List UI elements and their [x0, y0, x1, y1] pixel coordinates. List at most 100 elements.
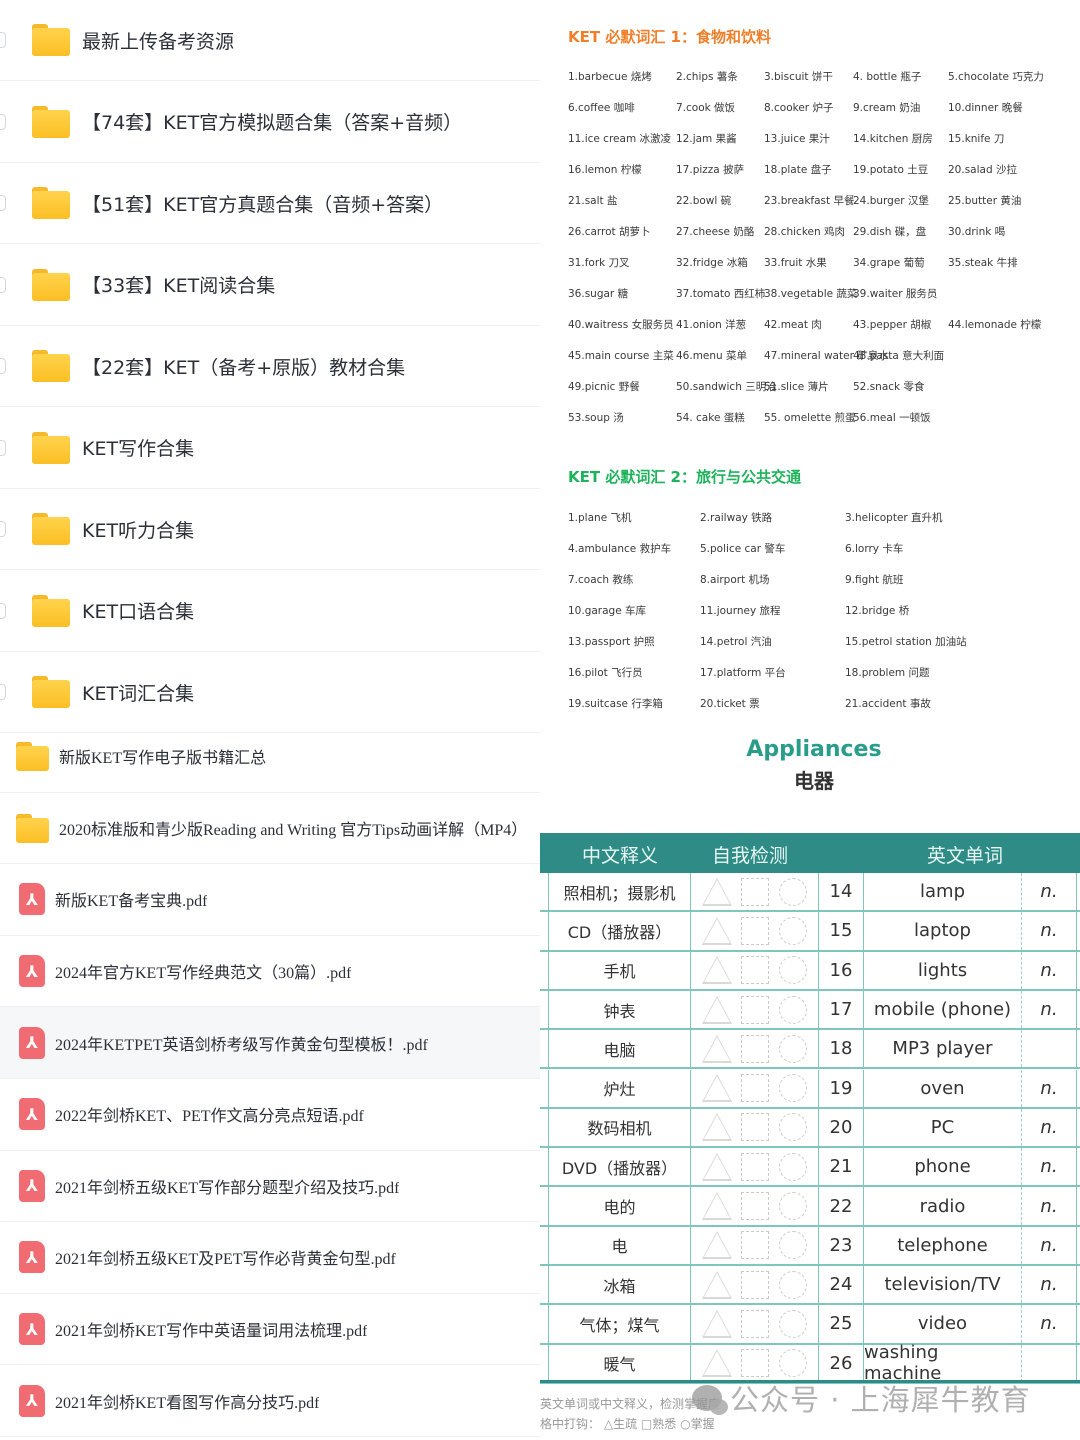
- file-row-pdf[interactable]: ⅄ 2021年剑桥五级KET及PET写作必背黄金句型.pdf: [0, 1222, 540, 1294]
- square-icon[interactable]: [741, 1309, 770, 1338]
- appliances-title: Appliances: [746, 737, 882, 762]
- legend-item: 掌握: [690, 1417, 715, 1431]
- triangle-icon[interactable]: [701, 1270, 732, 1299]
- row-checkbox[interactable]: [0, 602, 6, 619]
- cell-english: laptop: [863, 912, 1021, 950]
- row-checkbox[interactable]: [0, 113, 6, 130]
- triangle-icon[interactable]: [701, 877, 732, 906]
- triangle-icon[interactable]: [701, 1074, 732, 1103]
- row-checkbox[interactable]: [0, 684, 6, 700]
- row-checkbox[interactable]: [0, 32, 6, 48]
- file-row-pdf[interactable]: ⅄ 2021年剑桥KET看图写作高分技巧.pdf: [0, 1365, 540, 1437]
- triangle-icon[interactable]: [701, 916, 732, 945]
- file-name[interactable]: 新版KET写作电子版书籍汇总: [59, 744, 266, 768]
- vocab-item: 51.slice 薄片: [764, 381, 829, 393]
- file-name[interactable]: KET听力合集: [82, 516, 194, 543]
- triangle-icon[interactable]: [701, 1152, 732, 1181]
- file-row-folder[interactable]: 【22套】KET（备考+原版）教材合集: [0, 326, 540, 407]
- square-icon[interactable]: [741, 995, 770, 1024]
- file-row-folder[interactable]: 【51套】KET官方真题合集（音频+答案）: [0, 163, 540, 244]
- circle-icon[interactable]: [779, 1270, 808, 1299]
- file-name[interactable]: 新版KET备考宝典.pdf: [55, 887, 207, 911]
- file-name[interactable]: KET写作合集: [82, 434, 194, 461]
- circle-icon[interactable]: [779, 1152, 808, 1181]
- file-row-pdf[interactable]: ⅄ 2021年剑桥KET写作中英语量词用法梳理.pdf: [0, 1294, 540, 1366]
- circle-icon[interactable]: [779, 916, 808, 945]
- file-name[interactable]: KET词汇合集: [82, 679, 194, 706]
- vocab-item: 21.salt 盐: [568, 195, 618, 207]
- circle-icon[interactable]: [779, 1309, 808, 1338]
- circle-icon[interactable]: [779, 1113, 808, 1142]
- file-row-folder[interactable]: 【74套】KET官方模拟题合集（答案+音频）: [0, 82, 540, 163]
- row-checkbox[interactable]: [0, 439, 6, 456]
- square-icon[interactable]: [741, 1192, 770, 1221]
- triangle-icon[interactable]: [701, 1034, 732, 1063]
- file-name[interactable]: 【22套】KET（备考+原版）教材合集: [82, 353, 405, 380]
- file-row-folder[interactable]: 新版KET写作电子版书籍汇总: [0, 721, 540, 793]
- file-name[interactable]: 2024年KETPET英语剑桥考级写作黄金句型模板！.pdf: [55, 1031, 428, 1055]
- triangle-icon[interactable]: [701, 1192, 732, 1221]
- row-checkbox[interactable]: [0, 276, 6, 293]
- triangle-icon[interactable]: [701, 1231, 732, 1260]
- square-icon[interactable]: [741, 1349, 770, 1378]
- file-name[interactable]: 2020标准版和青少版Reading and Writing 官方Tips动画详…: [59, 816, 527, 840]
- file-row-pdf[interactable]: ⅄ 2021年剑桥五级KET写作部分题型介绍及技巧.pdf: [0, 1151, 540, 1223]
- file-name[interactable]: KET口语合集: [82, 597, 194, 624]
- circle-icon[interactable]: [779, 877, 808, 906]
- vocab-item: 41.onion 洋葱: [676, 319, 747, 331]
- file-name[interactable]: 2021年剑桥五级KET及PET写作必背黄金句型.pdf: [55, 1245, 396, 1269]
- circle-icon[interactable]: [779, 1074, 808, 1103]
- file-row-folder[interactable]: 【33套】KET阅读合集: [0, 245, 540, 326]
- square-icon[interactable]: [741, 956, 770, 985]
- square-icon[interactable]: [741, 1231, 770, 1260]
- vocab-item: 20.ticket 票: [700, 698, 760, 710]
- file-name[interactable]: 2021年剑桥KET写作中英语量词用法梳理.pdf: [55, 1317, 367, 1341]
- file-row-folder[interactable]: KET听力合集: [0, 489, 540, 570]
- circle-icon[interactable]: [779, 1034, 808, 1063]
- triangle-icon[interactable]: [701, 1349, 732, 1378]
- header-en: 英文单词: [927, 845, 1004, 867]
- file-name[interactable]: 【74套】KET官方模拟题合集（答案+音频）: [82, 108, 462, 135]
- square-icon[interactable]: [741, 916, 770, 945]
- file-row-folder[interactable]: KET写作合集: [0, 408, 540, 489]
- cell-part-of-speech: n.: [1021, 1266, 1076, 1304]
- row-checkbox[interactable]: [0, 195, 6, 211]
- file-row-pdf[interactable]: ⅄ 2024年KETPET英语剑桥考级写作黄金句型模板！.pdf: [0, 1007, 540, 1079]
- circle-icon[interactable]: [779, 1192, 808, 1221]
- square-icon[interactable]: [741, 1152, 770, 1181]
- file-name[interactable]: 2021年剑桥KET看图写作高分技巧.pdf: [55, 1389, 319, 1413]
- file-name[interactable]: 【33套】KET阅读合集: [82, 271, 275, 298]
- file-name[interactable]: 2022年剑桥KET、PET作文高分亮点短语.pdf: [55, 1102, 364, 1126]
- row-checkbox[interactable]: [0, 521, 6, 537]
- circle-icon[interactable]: [779, 1231, 808, 1260]
- file-name[interactable]: 2024年官方KET写作经典范文（30篇）.pdf: [55, 959, 351, 983]
- triangle-icon[interactable]: [701, 995, 732, 1024]
- square-icon[interactable]: [741, 1113, 770, 1142]
- square-icon[interactable]: [741, 1034, 770, 1063]
- square-icon[interactable]: [741, 1074, 770, 1103]
- file-row-pdf[interactable]: ⅄ 新版KET备考宝典.pdf: [0, 864, 540, 936]
- file-name[interactable]: 2021年剑桥五级KET写作部分题型介绍及技巧.pdf: [55, 1174, 399, 1198]
- vocab-item: 10.garage 车库: [568, 605, 647, 617]
- triangle-icon[interactable]: [701, 956, 732, 985]
- file-row-folder[interactable]: 最新上传备考资源: [0, 0, 540, 81]
- square-icon[interactable]: [741, 1270, 770, 1299]
- circle-icon[interactable]: [779, 1349, 808, 1378]
- row-checkbox[interactable]: [0, 358, 6, 374]
- square-icon[interactable]: [741, 877, 770, 906]
- cell-self-check: [690, 1030, 818, 1068]
- circle-icon[interactable]: [779, 995, 808, 1024]
- triangle-icon[interactable]: [701, 1113, 732, 1142]
- file-row-folder[interactable]: 2020标准版和青少版Reading and Writing 官方Tips动画详…: [0, 793, 540, 865]
- file-row-pdf[interactable]: ⅄ 2024年官方KET写作经典范文（30篇）.pdf: [0, 936, 540, 1008]
- vocab-item: 14.kitchen 厨房: [853, 133, 933, 145]
- watermark: 公众号 · 上海犀牛教育: [692, 1377, 1031, 1419]
- circle-icon[interactable]: [779, 956, 808, 985]
- file-name[interactable]: 最新上传备考资源: [82, 27, 234, 54]
- file-row-pdf[interactable]: ⅄ 2022年剑桥KET、PET作文高分亮点短语.pdf: [0, 1079, 540, 1151]
- triangle-icon[interactable]: [701, 1309, 732, 1338]
- cell-english: phone: [863, 1148, 1021, 1186]
- file-name[interactable]: 【51套】KET官方真题合集（音频+答案）: [82, 190, 443, 217]
- file-row-folder[interactable]: KET口语合集: [0, 571, 540, 652]
- vocab-item: 56.meal 一顿饭: [853, 412, 931, 424]
